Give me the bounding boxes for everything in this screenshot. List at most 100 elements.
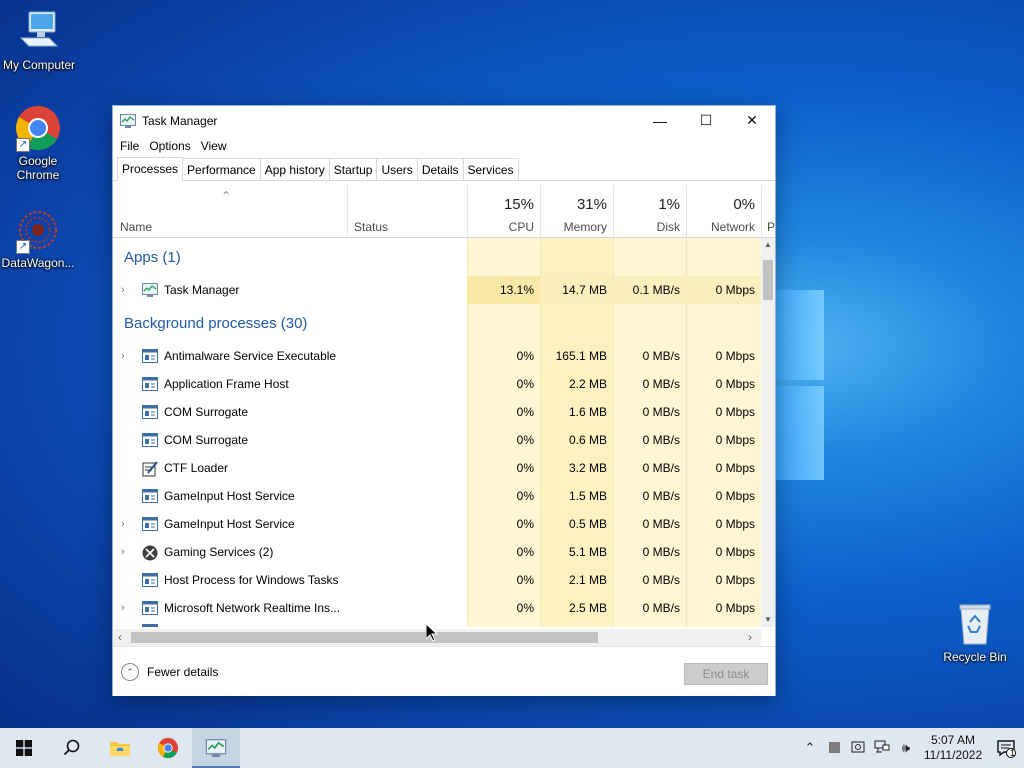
show-hidden-icons-chevron-icon[interactable]: ⌃ — [798, 740, 822, 756]
file-explorer-button[interactable] — [96, 728, 144, 768]
fewer-details-button[interactable]: ⌃ Fewer details — [121, 663, 218, 681]
table-row[interactable]: Application Frame Host 0% 2.2 MB 0 MB/s 0 Mb… — [113, 370, 761, 398]
desktop-icon-my-computer[interactable]: My Computer — [1, 8, 77, 72]
process-cpu: 0% — [516, 377, 534, 391]
column-label: P — [767, 220, 775, 234]
tab-users[interactable]: Users — [376, 158, 418, 180]
process-network: 0 Mbps — [715, 377, 755, 391]
process-memory: 3.2 MB — [568, 461, 607, 475]
expand-chevron-icon[interactable]: › — [121, 510, 125, 538]
column-label: Name — [120, 220, 153, 234]
expand-chevron-icon[interactable]: › — [121, 276, 125, 304]
menu-view[interactable]: View — [196, 139, 232, 153]
menu-file[interactable]: File — [115, 139, 144, 153]
table-row[interactable]: › Task Manager 13.1% 14.7 MB 0.1 MB/s 0 Mbps — [113, 276, 761, 304]
expand-chevron-icon[interactable]: › — [121, 594, 125, 622]
menu-bar: File Options View — [113, 135, 775, 157]
disk-total-percent: 1% — [658, 196, 680, 213]
notification-count: 1 — [1010, 748, 1016, 758]
task-manager-taskbar-button[interactable] — [192, 728, 240, 768]
scroll-left-icon[interactable]: ‹ — [113, 629, 127, 646]
taskbar: ⌃ 🕪 5:07 AM 11/11/2022 1 — [0, 728, 1024, 768]
process-cpu: 0% — [516, 489, 534, 503]
process-name: Antimalware Service Executable — [164, 349, 337, 363]
column-header-cpu[interactable]: 15% CPU — [467, 185, 540, 238]
process-memory: 165.1 MB — [555, 349, 607, 363]
close-button[interactable]: ✕ — [729, 106, 775, 135]
vertical-scroll-thumb[interactable] — [763, 260, 773, 300]
process-network: 0 Mbps — [715, 461, 755, 475]
process-memory: 2.1 MB — [568, 573, 607, 587]
table-body: Apps (1) Background processes (30) › Task… — [113, 238, 761, 627]
scroll-down-icon[interactable]: ▼ — [761, 613, 775, 627]
service-icon — [142, 601, 158, 615]
table-row[interactable]: CTF Loader 0% 3.2 MB 0 MB/s 0 Mbps — [113, 454, 761, 482]
tab-performance[interactable]: Performance — [182, 158, 261, 180]
vertical-scrollbar[interactable]: ▲ ▼ — [761, 238, 775, 627]
desktop-icon-recycle-bin[interactable]: Recycle Bin — [937, 600, 1013, 664]
tab-details[interactable]: Details — [416, 158, 464, 180]
scroll-right-icon[interactable]: › — [743, 629, 757, 646]
notification-center-button[interactable]: 1 — [988, 738, 1024, 758]
service-icon — [142, 573, 158, 587]
column-label: Memory — [563, 220, 607, 234]
volume-icon[interactable]: 🕪 — [894, 740, 918, 756]
tab-app-history[interactable]: App history — [259, 158, 330, 180]
desktop-icon-google-chrome[interactable]: ↗ Google Chrome — [0, 104, 76, 182]
column-header-status[interactable]: Status — [347, 185, 467, 238]
horizontal-scroll-thumb[interactable] — [131, 632, 598, 643]
scroll-up-icon[interactable]: ▲ — [761, 238, 775, 252]
clock-time: 5:07 AM — [930, 733, 976, 747]
process-table: ⌃ Name Status 15% CPU 31% Memory 1% Disk… — [113, 185, 775, 629]
title-bar[interactable]: Task Manager — ☐ ✕ — [113, 106, 775, 135]
process-network: 0 Mbps — [715, 433, 755, 447]
chrome-icon — [157, 737, 179, 759]
network-icon[interactable] — [870, 740, 894, 757]
column-label: Status — [354, 220, 389, 234]
process-name: Task Manager — [164, 283, 240, 297]
expand-chevron-icon[interactable]: › — [121, 342, 125, 370]
process-disk: 0 MB/s — [642, 461, 680, 475]
security-icon[interactable] — [846, 740, 870, 757]
column-header-name[interactable]: ⌃ Name — [113, 185, 347, 238]
column-header-power[interactable]: P — [761, 185, 775, 238]
menu-options[interactable]: Options — [144, 139, 195, 153]
group-header-background[interactable]: Background processes (30) — [124, 315, 307, 332]
table-row[interactable]: GameInput Host Service 0% 1.5 MB 0 MB/s 0 Mb… — [113, 482, 761, 510]
table-row[interactable]: COM Surrogate 0% 1.6 MB 0 MB/s 0 Mbps — [113, 398, 761, 426]
service-icon — [142, 405, 158, 419]
chevron-up-icon: ⌃ — [121, 663, 139, 681]
start-button[interactable] — [0, 728, 48, 768]
tab-services[interactable]: Services — [462, 158, 519, 180]
column-header-disk[interactable]: 1% Disk — [613, 185, 686, 238]
column-label: CPU — [508, 220, 534, 234]
desktop-icon-datawagon[interactable]: ↗ DataWagon... — [0, 206, 76, 270]
group-header-apps[interactable]: Apps (1) — [124, 249, 181, 266]
table-row[interactable]: Host Process for Windows Tasks 0% 2.1 MB 0 … — [113, 566, 761, 594]
table-row[interactable]: › Antimalware Service Executable 0% 165.1 M… — [113, 342, 761, 370]
clock[interactable]: 5:07 AM 11/11/2022 — [918, 733, 988, 763]
tab-startup[interactable]: Startup — [328, 158, 378, 180]
search-button[interactable] — [48, 728, 96, 768]
minimize-button[interactable]: — — [637, 106, 683, 135]
chrome-taskbar-button[interactable] — [144, 728, 192, 768]
task-manager-icon — [205, 739, 227, 757]
table-row[interactable]: › Microsoft Network Realtime Ins... 0% 2.5 … — [113, 594, 761, 622]
expand-chevron-icon[interactable]: › — [121, 538, 125, 566]
maximize-button[interactable]: ☐ — [683, 106, 729, 135]
column-header-memory[interactable]: 31% Memory — [540, 185, 613, 238]
datawagon-icon: ↗ — [14, 206, 62, 254]
service-icon — [142, 349, 158, 363]
end-task-button[interactable]: End task — [684, 663, 768, 685]
table-row[interactable]: › Gaming Services (2) 0% 5.1 MB 0 MB/s 0 Mbps — [113, 538, 761, 566]
column-header-network[interactable]: 0% Network — [686, 185, 761, 238]
windows-start-icon — [16, 740, 32, 756]
desktop-icon-label: Google Chrome — [16, 154, 60, 182]
tray-app-icon[interactable] — [822, 741, 846, 756]
process-cpu: 0% — [516, 405, 534, 419]
table-row[interactable]: COM Surrogate 0% 0.6 MB 0 MB/s 0 Mbps — [113, 426, 761, 454]
tab-processes[interactable]: Processes — [117, 157, 184, 181]
process-disk: 0 MB/s — [642, 601, 680, 615]
table-row[interactable]: › GameInput Host Service 0% 0.5 MB 0 MB/s 0 M… — [113, 510, 761, 538]
process-cpu: 0% — [516, 433, 534, 447]
